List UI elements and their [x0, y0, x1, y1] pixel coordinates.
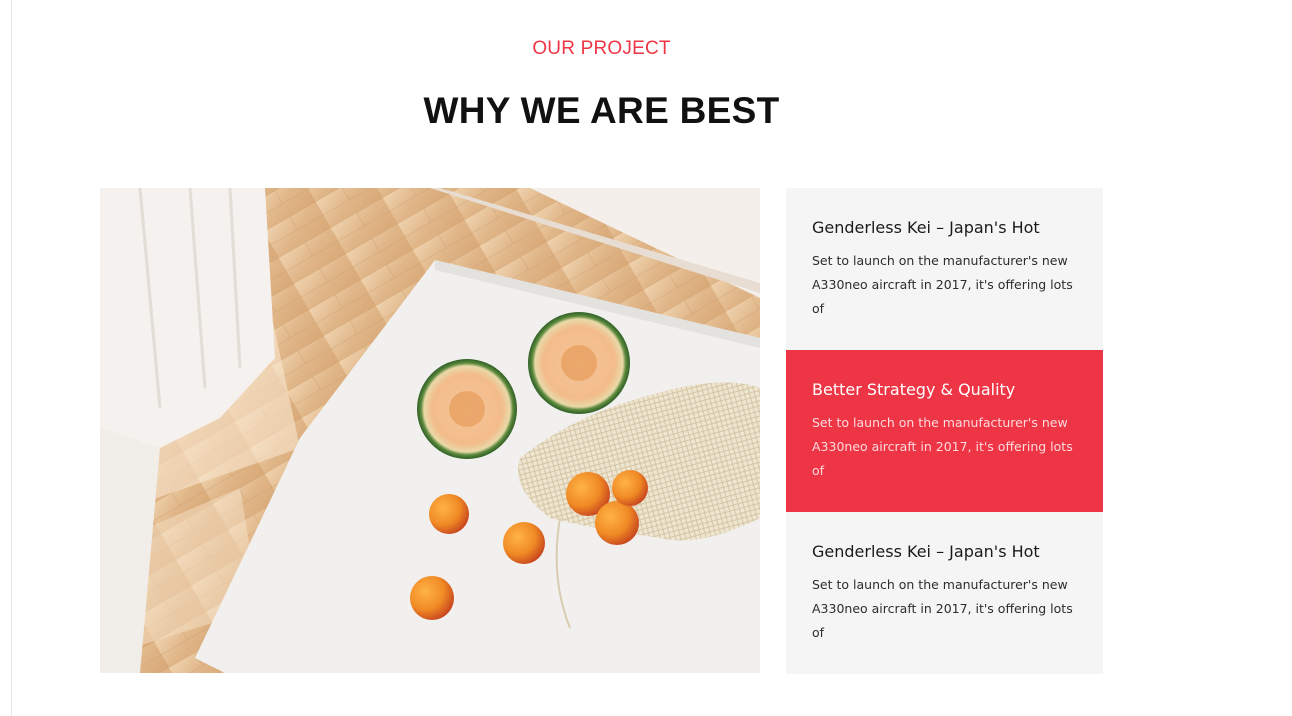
fruit-photo-illustration [100, 188, 760, 673]
section-title: WHY WE ARE BEST [423, 90, 780, 131]
feature-card-active[interactable]: Better Strategy & Quality Set to launch … [786, 350, 1103, 512]
feature-card[interactable]: Genderless Kei – Japan's Hot Set to laun… [786, 512, 1103, 674]
feature-card-text: Set to launch on the manufacturer's new … [812, 415, 1073, 478]
feature-card-text: Set to launch on the manufacturer's new … [812, 577, 1073, 640]
page: OUR PROJECT WHY WE ARE BEST Genderless K… [0, 0, 1292, 716]
feature-card[interactable]: Genderless Kei – Japan's Hot Set to laun… [786, 188, 1103, 350]
project-photo [100, 188, 760, 673]
feature-cards: Genderless Kei – Japan's Hot Set to laun… [786, 188, 1103, 674]
feature-card-title: Better Strategy & Quality [812, 380, 1016, 399]
section-eyebrow: OUR PROJECT [532, 38, 671, 59]
feature-card-title: Genderless Kei – Japan's Hot [812, 542, 1040, 561]
feature-card-title: Genderless Kei – Japan's Hot [812, 218, 1040, 237]
feature-card-text: Set to launch on the manufacturer's new … [812, 253, 1073, 316]
